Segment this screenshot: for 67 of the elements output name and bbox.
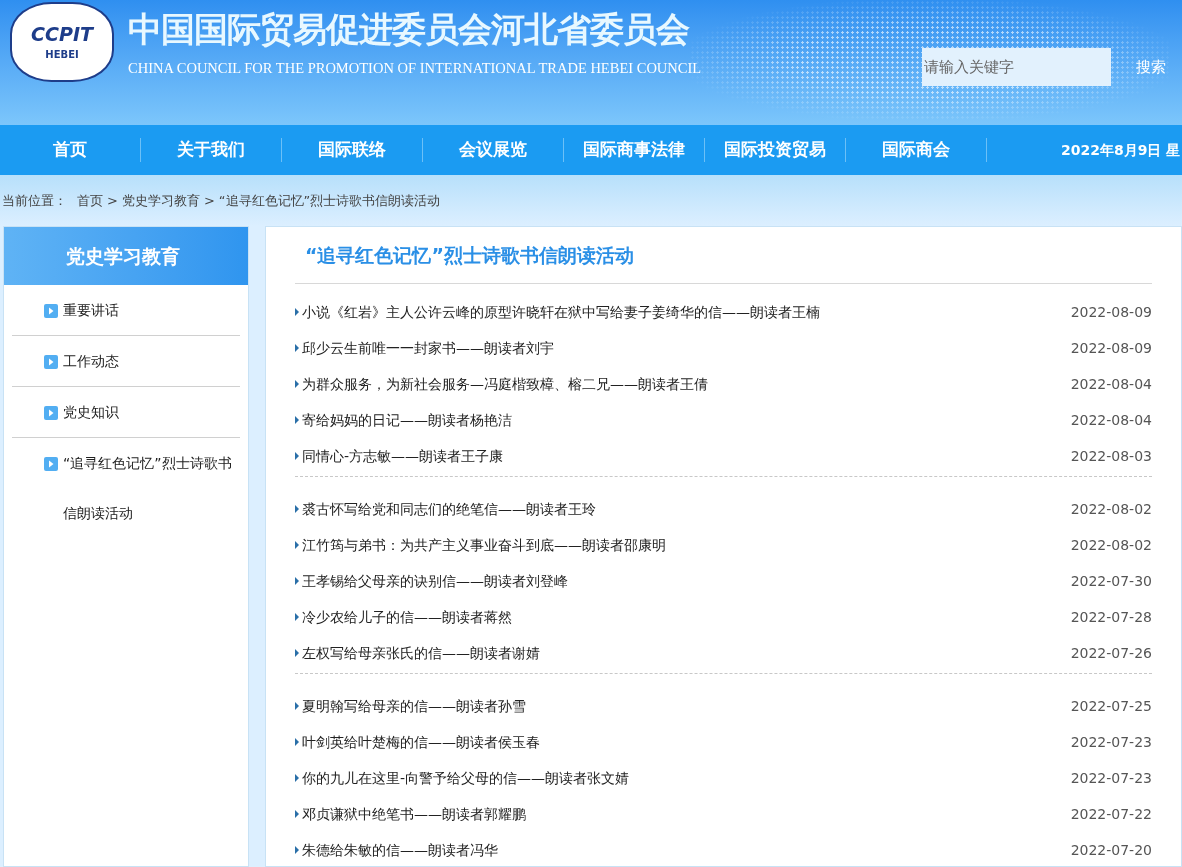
- arrow-icon: [295, 452, 299, 460]
- article-date: 2022-07-30: [1070, 571, 1152, 591]
- article-date: 2022-08-04: [1070, 410, 1152, 430]
- date-text: 2022年8月9日 星: [1061, 140, 1181, 160]
- arrow-icon: [295, 577, 299, 585]
- article-date: 2022-08-09: [1070, 338, 1152, 358]
- site-subtitle: CHINA COUNCIL FOR THE PROMOTION OF INTERNATIONAL TRADE HEBEI COUNCIL: [128, 59, 702, 78]
- article-link[interactable]: 同情心-方志敏——朗读者王子康: [302, 445, 504, 467]
- bullet-icon: [44, 304, 58, 318]
- article-date: 2022-07-25: [1070, 696, 1152, 716]
- article-link[interactable]: 冷少农给儿子的信——朗读者蒋然: [302, 606, 512, 628]
- arrow-icon: [295, 702, 299, 710]
- breadcrumb-link[interactable]: “追寻红色记忆”烈士诗歌书信朗读活动: [218, 190, 441, 211]
- article-date: 2022-07-20: [1070, 840, 1152, 860]
- breadcrumb-link[interactable]: 党史学习教育: [121, 190, 200, 211]
- arrow-icon: [295, 541, 299, 549]
- article-date: 2022-07-28: [1070, 607, 1152, 627]
- arrow-icon: [295, 344, 299, 352]
- site-title: 中国国际贸易促进委员会河北省委员会: [128, 8, 691, 51]
- search-field[interactable]: 请输入关键字: [922, 48, 1111, 86]
- arrow-icon: [295, 738, 299, 746]
- bullet-icon: [44, 355, 58, 369]
- arrow-icon: [295, 810, 299, 818]
- breadcrumb-link[interactable]: 首页: [77, 190, 103, 211]
- bullet-icon: [44, 406, 58, 420]
- arrow-icon: [295, 505, 299, 513]
- arrow-icon: [295, 649, 299, 657]
- sidebar-link[interactable]: 工作动态: [63, 336, 240, 386]
- breadcrumb-label: 当前位置：: [2, 191, 67, 210]
- sidebar-link[interactable]: “追寻红色记忆”烈士诗歌书信朗读活动: [63, 438, 240, 538]
- article-link[interactable]: 左权写给母亲张氏的信——朗读者谢婧: [302, 642, 540, 664]
- logo-text: CCPIT: [31, 24, 93, 44]
- arrow-icon: [295, 416, 299, 424]
- breadcrumb-separator: >: [203, 191, 215, 210]
- article-date: 2022-07-22: [1070, 804, 1152, 824]
- breadcrumb-separator: >: [107, 191, 118, 210]
- article-link[interactable]: 为群众服务，为新社会服务—冯庭楷致樟、榕二兄——朗读者王倩: [302, 373, 708, 395]
- arrow-icon: [295, 308, 299, 316]
- arrow-icon: [295, 380, 299, 388]
- content-title: “追寻红色记忆”烈士诗歌书信朗读活动: [305, 242, 634, 268]
- sidebar-title: 党史学习教育: [66, 243, 180, 269]
- arrow-icon: [295, 846, 299, 854]
- article-link[interactable]: 江竹筠与弟书：为共产主义事业奋斗到底——朗读者邵康明: [302, 534, 666, 556]
- logo-subtext: HEBEI: [45, 49, 79, 60]
- article-link[interactable]: 邓贞谦狱中绝笔书——朗读者郭耀鹏: [302, 803, 526, 825]
- article-link[interactable]: 朱德给朱敏的信——朗读者冯华: [302, 839, 498, 861]
- article-link[interactable]: 夏明翰写给母亲的信——朗读者孙雪: [302, 695, 526, 717]
- arrow-icon: [295, 613, 299, 621]
- sidebar-link[interactable]: 重要讲话: [63, 285, 240, 335]
- article-date: 2022-07-23: [1070, 732, 1152, 752]
- article-date: 2022-08-04: [1070, 374, 1152, 394]
- arrow-icon: [295, 774, 299, 782]
- article-date: 2022-07-23: [1070, 768, 1152, 788]
- sidebar-link[interactable]: 党史知识: [63, 387, 240, 437]
- article-link[interactable]: 邱少云生前唯一一封家书——朗读者刘宇: [302, 337, 554, 359]
- article-date: 2022-07-26: [1070, 643, 1152, 663]
- article-link[interactable]: 裘古怀写给党和同志们的绝笔信——朗读者王玲: [302, 498, 596, 520]
- article-date: 2022-08-02: [1070, 499, 1152, 519]
- bullet-icon: [44, 457, 58, 471]
- article-date: 2022-08-09: [1070, 302, 1152, 322]
- article-link[interactable]: 寄给妈妈的日记——朗读者杨艳洁: [302, 409, 512, 431]
- article-date: 2022-08-02: [1070, 535, 1152, 555]
- article-date: 2022-08-03: [1070, 446, 1152, 466]
- article-link[interactable]: 你的九儿在这里-向警予给父母的信——朗读者张文婧: [302, 767, 630, 789]
- article-link[interactable]: 小说《红岩》主人公许云峰的原型许晓轩在狱中写给妻子姜绮华的信——朗读者王楠: [302, 301, 820, 323]
- article-link[interactable]: 叶剑英给叶楚梅的信——朗读者侯玉春: [302, 731, 540, 753]
- article-link[interactable]: 王孝锡给父母亲的诀别信——朗读者刘登峰: [302, 570, 568, 592]
